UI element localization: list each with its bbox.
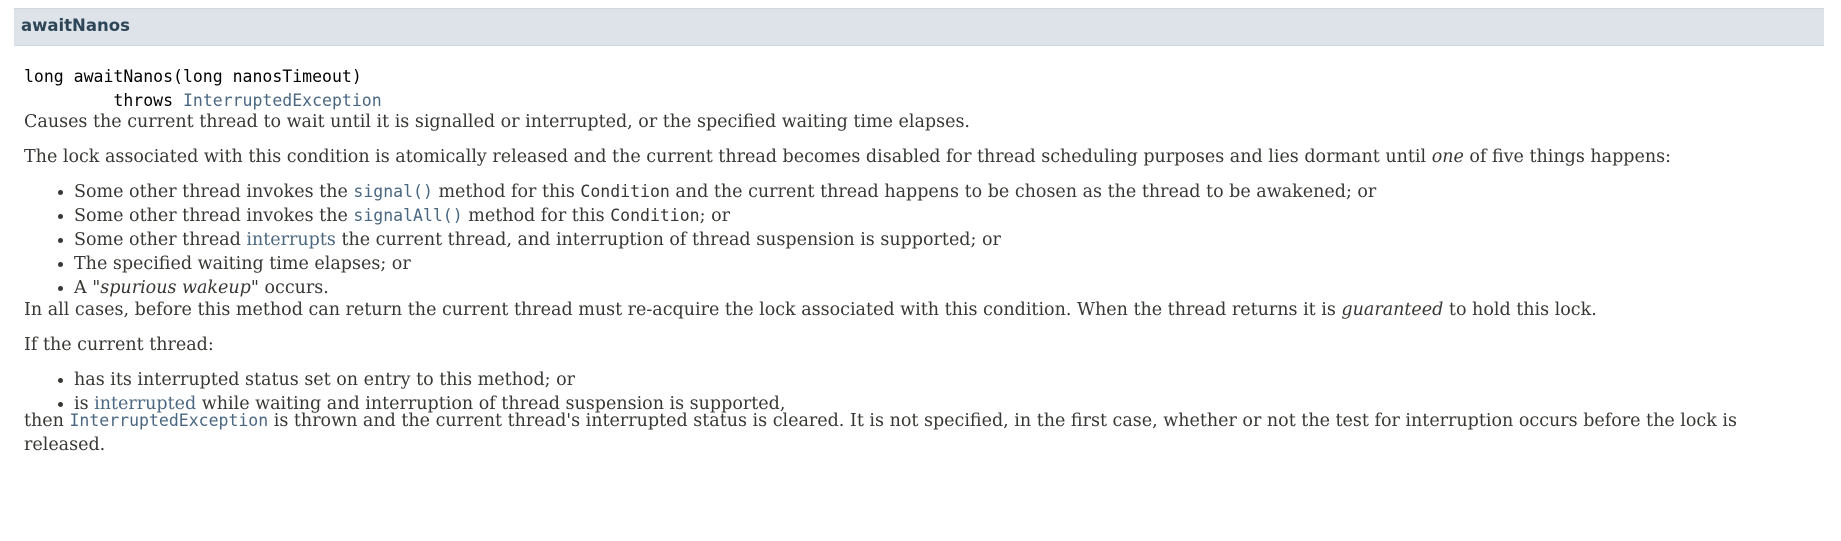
description-paragraph-2: The lock associated with this condition …: [24, 147, 1672, 167]
interrupts-link[interactable]: interrupts: [246, 230, 335, 250]
description-paragraph-5: then InterruptedException is thrown and …: [24, 411, 1737, 455]
list-item: Some other thread interrupts the current…: [57, 228, 1376, 252]
list-item: has its interrupted status set on entry …: [57, 368, 785, 392]
emphasis-one: one: [1431, 147, 1464, 167]
condition-code: Condition: [610, 206, 700, 225]
description-paragraph-1: Causes the current thread to wait until …: [24, 112, 970, 132]
list-item: The specified waiting time elapses; or: [57, 252, 1376, 276]
method-signature: long awaitNanos(long nanosTimeout) throw…: [24, 65, 382, 113]
wakeup-conditions-list: Some other thread invokes the signal() m…: [24, 180, 1376, 300]
list-item: A "spurious wakeup" occurs.: [57, 276, 1376, 300]
method-section-header: awaitNanos: [14, 8, 1824, 46]
throws-keyword: throws: [113, 91, 174, 110]
description-paragraph-3: In all cases, before this method can ret…: [24, 300, 1597, 320]
signature-declaration: long awaitNanos(long nanosTimeout): [24, 67, 362, 86]
interrupted-exception-link[interactable]: InterruptedException: [183, 91, 382, 110]
interrupted-exception-link-2[interactable]: InterruptedException: [70, 411, 269, 430]
method-title: awaitNanos: [21, 16, 130, 35]
condition-code: Condition: [580, 182, 670, 201]
emphasis-spurious-wakeup: spurious wakeup: [100, 278, 251, 298]
emphasis-guaranteed: guaranteed: [1341, 300, 1444, 320]
signal-method-link[interactable]: signal(): [353, 182, 432, 201]
list-item: Some other thread invokes the signal() m…: [57, 182, 1377, 202]
list-item: Some other thread invokes the signalAll(…: [57, 204, 1376, 228]
description-paragraph-4: If the current thread:: [24, 335, 214, 355]
signalall-method-link[interactable]: signalAll(): [353, 206, 462, 225]
